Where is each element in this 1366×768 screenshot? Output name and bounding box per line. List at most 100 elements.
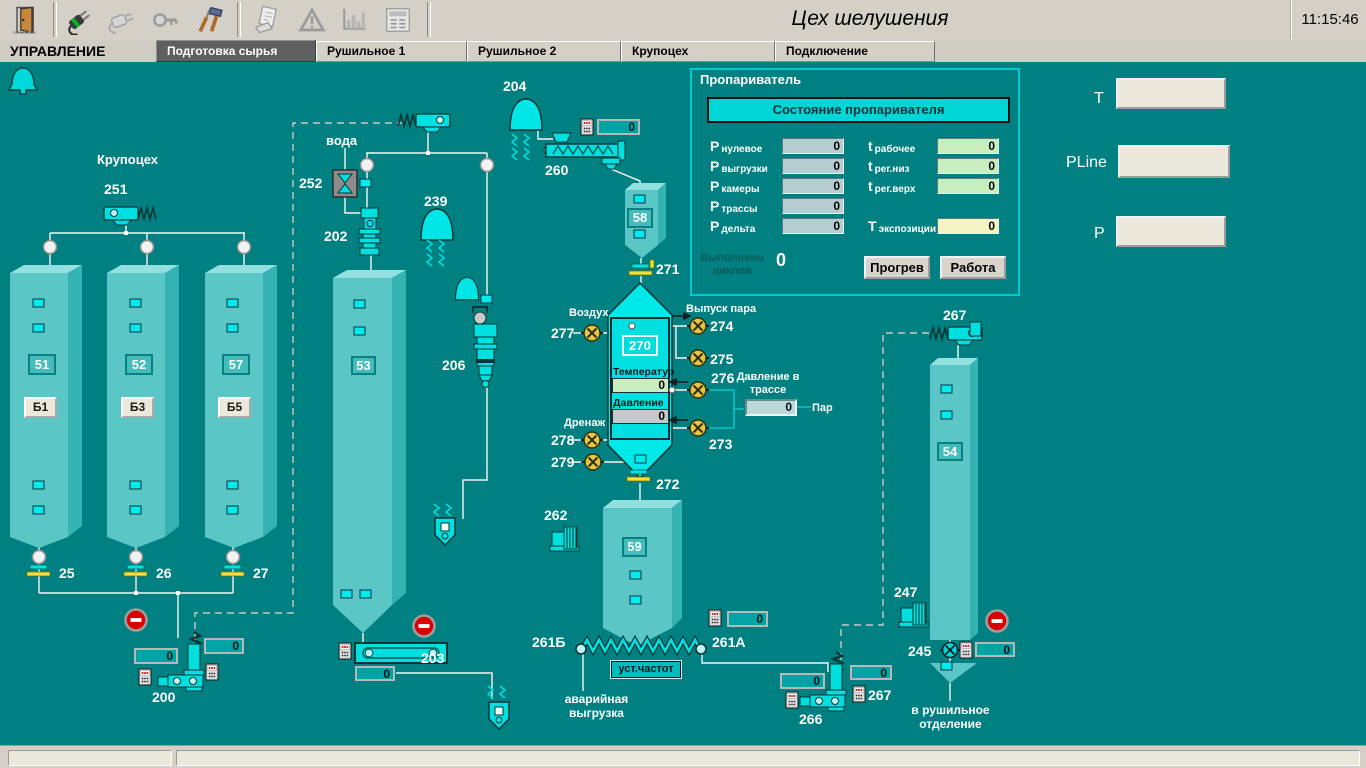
keypad-266-icon[interactable] xyxy=(786,692,798,708)
freq-setpoint-button[interactable]: уст.частот xyxy=(611,661,681,678)
spray-icon xyxy=(512,134,529,146)
bin-button-b5[interactable]: Б5 xyxy=(218,397,251,418)
valve-245-icon[interactable] xyxy=(940,643,960,658)
pline-label: PLine xyxy=(1066,154,1107,172)
param-field[interactable]: 0 xyxy=(782,138,844,154)
discharge-nozzle-icon[interactable] xyxy=(435,518,455,545)
ball-valve-274-icon[interactable] xyxy=(687,318,709,334)
tag-272: 272 xyxy=(656,476,679,492)
stop-indicator-icon xyxy=(987,611,1008,632)
bell-small-icon[interactable] xyxy=(455,277,478,299)
steamer-status-button[interactable]: Состояние пропаривателя xyxy=(707,97,1010,123)
tag-275: 275 xyxy=(710,351,733,367)
bin-number-51: 51 xyxy=(28,354,56,375)
tag-266: 266 xyxy=(799,711,822,727)
tag-260: 260 xyxy=(545,162,568,178)
param-field[interactable]: 0 xyxy=(937,218,999,234)
tag-252: 252 xyxy=(299,175,322,191)
keypad-200a-icon[interactable] xyxy=(139,669,151,685)
alarms-button[interactable] xyxy=(293,2,331,37)
plug-disconnect-icon xyxy=(107,5,137,35)
tag-202: 202 xyxy=(324,228,347,244)
tag-278: 278 xyxy=(551,432,574,448)
exit-door-icon xyxy=(12,5,42,35)
steamer-temp-label: Температур xyxy=(613,366,674,378)
param-field[interactable]: 0 xyxy=(782,178,844,194)
display-200a: 0 xyxy=(134,648,178,664)
keypad-267-icon[interactable] xyxy=(853,686,865,702)
tab-podklyuchenie[interactable]: Подключение xyxy=(775,41,935,62)
settings-button[interactable] xyxy=(379,2,417,37)
display-line-pressure: 0 xyxy=(745,399,797,416)
param-field[interactable]: 0 xyxy=(782,158,844,174)
tag-25: 25 xyxy=(59,565,75,581)
tag-245: 245 xyxy=(908,643,931,659)
bin-button-b3[interactable]: Б3 xyxy=(121,397,154,418)
motor-247-icon[interactable] xyxy=(899,603,928,627)
screw-conveyor-251-icon[interactable] xyxy=(104,207,156,225)
tab-podgotovka-syrya[interactable]: Подготовка сырья xyxy=(156,40,316,62)
water-valve-252-icon[interactable] xyxy=(333,170,357,197)
keypad-260-icon[interactable] xyxy=(581,119,593,135)
connect-button[interactable] xyxy=(60,2,98,37)
sprayer-206-icon[interactable] xyxy=(473,307,497,388)
bin-button-b1[interactable]: Б1 xyxy=(24,397,57,418)
display-200b: 0 xyxy=(204,638,244,654)
ball-valve-275-icon[interactable] xyxy=(687,350,709,366)
motor-262-icon[interactable] xyxy=(550,527,579,551)
param-label: tрег.верх xyxy=(868,178,915,196)
tab-rushilnoe-2[interactable]: Рушильное 2 xyxy=(467,41,621,62)
gate-valve-271-icon[interactable] xyxy=(629,264,652,275)
bell-204-icon[interactable] xyxy=(510,99,542,130)
param-field[interactable]: 0 xyxy=(782,198,844,214)
p-field[interactable] xyxy=(1116,216,1226,247)
param-field[interactable]: 0 xyxy=(937,178,999,194)
keypad-261a-icon[interactable] xyxy=(709,610,721,626)
report-hand-icon xyxy=(252,5,282,35)
tag-200: 200 xyxy=(152,689,175,705)
trends-button[interactable] xyxy=(334,2,372,37)
tag-279: 279 xyxy=(551,454,574,470)
bell-239-icon[interactable] xyxy=(421,209,453,240)
tag-261b: 261Б xyxy=(532,634,565,650)
label-vozduh: Воздух xyxy=(569,307,608,320)
toolbar-separator xyxy=(237,2,241,37)
tab-rushilnoe-1[interactable]: Рушильное 1 xyxy=(316,41,467,62)
tab-krupoceh[interactable]: Крупоцех xyxy=(621,41,775,62)
tools-button[interactable] xyxy=(190,2,228,37)
tab-bar: УПРАВЛЕНИЕ Подготовка сырья Рушильное 1 … xyxy=(0,40,1366,62)
ball-valve-277-icon[interactable] xyxy=(581,325,603,341)
pline-field[interactable] xyxy=(1118,145,1230,178)
screw-conveyor-top-icon[interactable] xyxy=(398,114,450,132)
ball-valve-273-icon[interactable] xyxy=(687,420,709,436)
feeder-202-icon[interactable] xyxy=(359,208,380,255)
discharge-nozzle-icon[interactable] xyxy=(489,702,509,729)
key-button[interactable] xyxy=(146,2,184,37)
keypad-245-icon[interactable] xyxy=(960,642,972,658)
calculator-icon xyxy=(383,5,413,35)
keypad-203-icon[interactable] xyxy=(339,643,351,659)
alarm-bell-icon[interactable] xyxy=(9,68,37,94)
steamer-number-270: 270 xyxy=(622,335,658,356)
ball-valve-279-icon[interactable] xyxy=(582,454,604,470)
param-label: tрег.низ xyxy=(868,158,909,176)
conveyor-267-box xyxy=(970,322,981,336)
ball-valve-276-icon[interactable] xyxy=(687,382,709,398)
param-field[interactable]: 0 xyxy=(782,218,844,234)
exit-button[interactable] xyxy=(8,2,46,37)
clock: 11:15:46 xyxy=(1290,0,1366,39)
keypad-200b-icon[interactable] xyxy=(206,664,218,680)
disconnect-button[interactable] xyxy=(103,2,141,37)
param-field[interactable]: 0 xyxy=(937,138,999,154)
ball-valve-278-icon[interactable] xyxy=(581,432,603,448)
param-label: Тэкспозиции xyxy=(868,218,936,236)
bin-number-57: 57 xyxy=(222,354,250,375)
t-field[interactable] xyxy=(1116,78,1226,109)
heat-button[interactable]: Прогрев xyxy=(864,256,930,279)
display-245: 0 xyxy=(975,642,1015,657)
param-field[interactable]: 0 xyxy=(937,158,999,174)
param-label: Рвыгрузки xyxy=(710,158,768,176)
work-button[interactable]: Работа xyxy=(940,256,1006,279)
tag-261a: 261А xyxy=(712,634,745,650)
report-button[interactable] xyxy=(248,2,286,37)
